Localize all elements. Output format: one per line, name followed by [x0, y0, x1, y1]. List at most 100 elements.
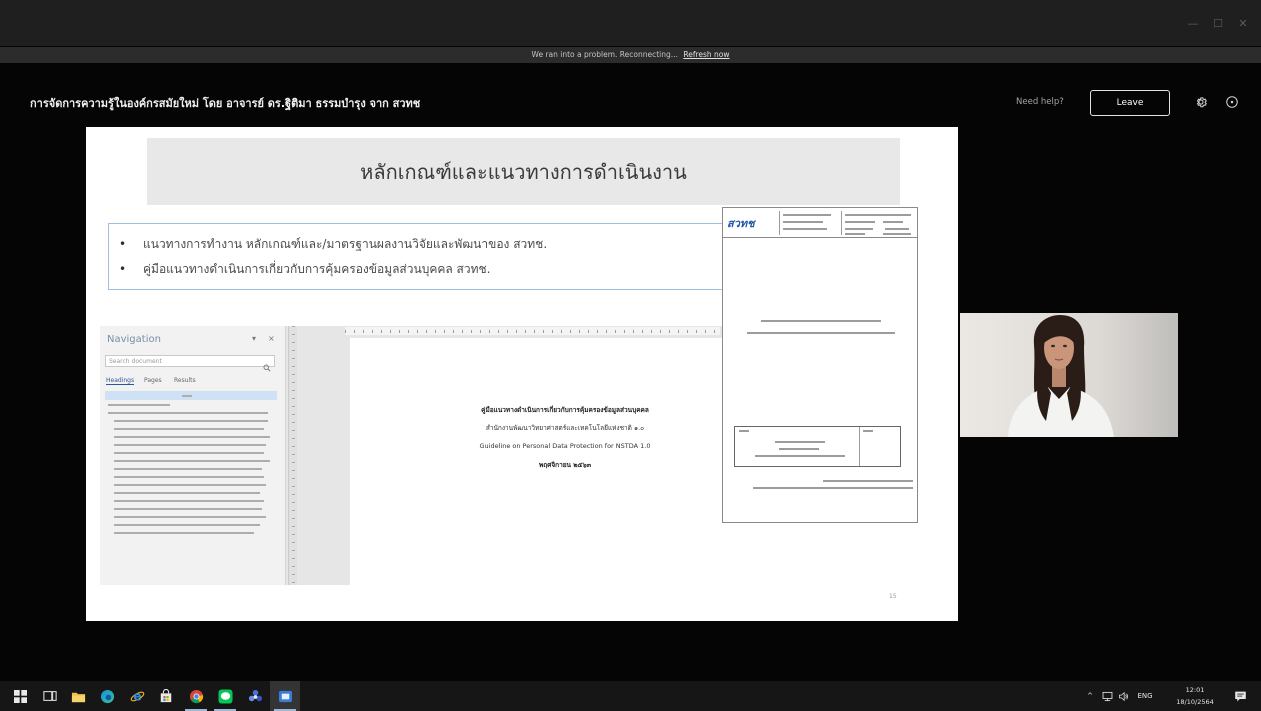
document-english-title-line: Guideline on Personal Data Protection fo…: [479, 442, 651, 450]
navigation-pane: Navigation ▾ × Search document Headings …: [100, 326, 286, 585]
bullet-item: • คู่มือแนวทางดำเนินการเกี่ยวกับการคุ้มคร…: [119, 261, 490, 277]
presenter-video: [960, 313, 1178, 437]
leave-button[interactable]: Leave: [1090, 90, 1170, 116]
cover-text-line: [863, 430, 873, 432]
minimize-button[interactable]: —: [1182, 15, 1204, 33]
reconnect-banner: We ran into a problem. Reconnecting... R…: [0, 47, 1261, 63]
need-help-link[interactable]: Need help?: [1016, 97, 1064, 107]
cover-text-line: [883, 233, 911, 235]
nav-heading-item: [114, 444, 266, 446]
vertical-ruler: [288, 326, 297, 585]
cover-table-divider: [841, 211, 842, 235]
gear-icon[interactable]: [1194, 94, 1208, 108]
volume-icon[interactable]: [1116, 681, 1130, 711]
nav-heading-item: [114, 500, 264, 502]
bullet-box: • แนวทางการทำงาน หลักเกณฑ์และ/มาตรฐานผลงา…: [108, 223, 758, 290]
taskbar: e ^ ENG 12:01 18/10/2564: [0, 681, 1261, 711]
navigation-title: Navigation: [107, 334, 161, 345]
tray-overflow-button[interactable]: ^: [1083, 681, 1097, 711]
nav-heading-item: [114, 452, 264, 454]
windows-start-icon[interactable]: [5, 681, 35, 711]
cover-text-line: [845, 233, 865, 235]
nav-tab-results: Results: [174, 377, 196, 384]
refresh-now-link[interactable]: Refresh now: [683, 50, 729, 59]
close-button[interactable]: ✕: [1232, 15, 1254, 33]
banner-message: We ran into a problem. Reconnecting...: [531, 50, 678, 59]
cover-title-line: [761, 320, 881, 322]
file-explorer-icon[interactable]: [63, 681, 93, 711]
nav-heading-item: [114, 468, 262, 470]
nav-heading-item: [114, 484, 266, 486]
bullet-text: คู่มือแนวทางดำเนินการเกี่ยวกับการคุ้มครอ…: [143, 262, 491, 276]
nav-heading-item: [114, 508, 262, 510]
presenter-image: [960, 313, 1178, 437]
line-icon[interactable]: [210, 681, 240, 711]
document-title-line: คู่มือแนวทางดำเนินการเกี่ยวกับการคุ้มครอ…: [481, 406, 649, 414]
internet-explorer-icon[interactable]: e: [122, 681, 152, 711]
cover-text-line: [845, 228, 873, 230]
nav-dropdown-icon: ▾: [252, 334, 257, 343]
cover-text-line: [783, 221, 823, 223]
slide-page-number: 15: [889, 593, 897, 600]
store-icon[interactable]: [151, 681, 181, 711]
edge-icon[interactable]: [92, 681, 122, 711]
cover-text-line: [845, 214, 911, 216]
cover-text-line: [845, 221, 875, 223]
blue-app-icon[interactable]: [240, 681, 270, 711]
svg-text:e: e: [133, 689, 141, 703]
cover-text-line: [775, 441, 825, 443]
nav-heading-item: [114, 460, 270, 462]
cover-text-line: [883, 221, 903, 223]
nav-search-placeholder: Search document: [109, 358, 162, 365]
chrome-icon[interactable]: [181, 681, 211, 711]
nav-heading-item: [108, 404, 170, 406]
nstda-logo: สวทช: [727, 217, 755, 230]
search-icon: [263, 357, 271, 372]
cover-text-line: [739, 430, 749, 432]
nav-close-icon: ×: [268, 334, 275, 343]
cover-approval-box: [734, 426, 901, 467]
task-view-icon[interactable]: [35, 681, 65, 711]
bullet-dot: •: [119, 262, 127, 276]
meeting-title: การจัดการความรู้ในองค์กรสมัยใหม่ โดย อาจ…: [30, 97, 421, 110]
nav-tab-headings: Headings: [106, 377, 135, 385]
word-document-screenshot: Navigation ▾ × Search document Headings …: [100, 326, 780, 585]
nav-heading-item: [114, 516, 266, 518]
maximize-button[interactable]: ☐: [1207, 15, 1229, 33]
network-icon[interactable]: [1100, 681, 1114, 711]
cover-footer-line: [753, 487, 913, 489]
cover-document-header: สวทช: [723, 208, 917, 238]
nav-heading-item: [114, 428, 264, 430]
cover-document: สวทช: [722, 207, 918, 523]
cover-footer-line: [823, 480, 913, 482]
cover-text-line: [885, 228, 909, 230]
nav-tab-pages: Pages: [144, 377, 162, 384]
cover-text-line: [783, 228, 827, 230]
document-page: คู่มือแนวทางดำเนินการเกี่ยวกับการคุ้มครอ…: [350, 338, 780, 585]
nav-heading-item: [108, 412, 268, 414]
slide-title-box: หลักเกณฑ์และแนวทางการดำเนินงาน: [147, 138, 900, 205]
nav-heading-item: [114, 532, 254, 534]
info-icon[interactable]: [1225, 94, 1239, 108]
clock-date: 18/10/2564: [1176, 698, 1214, 706]
bullet-item: • แนวทางการทำงาน หลักเกณฑ์และ/มาตรฐานผลงา…: [119, 236, 547, 252]
nav-heading-item: [114, 420, 268, 422]
cover-text-line: [783, 214, 831, 216]
notification-icon[interactable]: [1230, 681, 1250, 711]
input-language-indicator[interactable]: ENG: [1133, 681, 1157, 711]
slide-title: หลักเกณฑ์และแนวทางการดำเนินงาน: [360, 159, 687, 184]
taskbar-clock[interactable]: 12:01 18/10/2564: [1168, 684, 1222, 708]
cover-text-line: [755, 455, 845, 457]
nav-heading-item: [182, 395, 192, 397]
clock-time: 12:01: [1185, 686, 1205, 694]
cover-table-divider: [779, 211, 780, 235]
bullet-dot: •: [119, 237, 127, 251]
nav-heading-item: [114, 476, 264, 478]
nav-heading-item: [114, 524, 260, 526]
teams-icon[interactable]: [270, 681, 300, 711]
horizontal-ruler: [345, 327, 720, 335]
document-org-line: สำนักงานพัฒนาวิทยาศาสตร์และเทคโนโลยีแห่ง…: [485, 424, 645, 432]
cover-box-divider: [859, 427, 860, 466]
nav-heading-item: [114, 436, 270, 438]
cover-title-line: [747, 332, 895, 334]
